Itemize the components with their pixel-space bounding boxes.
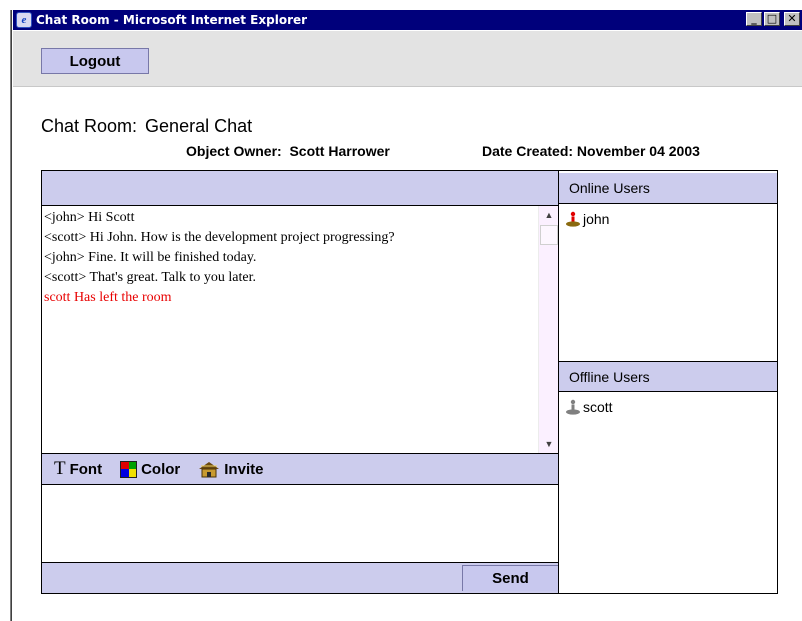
chat-panel: <john> Hi Scott <scott> Hi John. How is t… — [41, 170, 778, 594]
chat-message: <john> Fine. It will be finished today. — [44, 250, 257, 265]
chat-message: <john> Hi Scott — [44, 210, 135, 225]
font-label: Font — [69, 460, 103, 478]
color-label: Color — [141, 460, 181, 478]
window-left-edge — [10, 10, 12, 621]
font-icon: T — [54, 458, 66, 479]
date-created-label: Date Created: — [482, 143, 574, 159]
format-toolbar: T Font Color Invite — [42, 453, 559, 484]
offline-users-header: Offline Users — [559, 361, 777, 392]
minimize-button[interactable]: _ — [746, 12, 762, 26]
message-input-area[interactable] — [42, 484, 559, 563]
internet-explorer-icon: e — [16, 12, 32, 28]
scroll-up-arrow-icon[interactable]: ▲ — [541, 207, 557, 223]
user-name: scott — [583, 399, 613, 415]
send-button[interactable]: Send — [462, 565, 558, 591]
user-name: john — [583, 211, 610, 227]
object-owner-label: Object Owner: — [186, 143, 282, 159]
chat-room-name: General Chat — [145, 116, 253, 136]
date-created: Date Created: November 04 2003 — [482, 143, 700, 159]
close-button[interactable]: ✕ — [784, 12, 800, 26]
chat-room-title: Chat Room: General Chat — [41, 116, 252, 137]
scroll-thumb[interactable] — [540, 225, 558, 245]
window-controls: _ □ ✕ — [746, 12, 800, 26]
color-button[interactable]: Color — [120, 460, 181, 478]
message-log[interactable]: <john> Hi Scott <scott> Hi John. How is t… — [42, 206, 538, 453]
message-scrollbar[interactable]: ▲ ▼ — [538, 206, 559, 453]
system-message: scott Has left the room — [44, 290, 172, 305]
date-created-value: November 04 2003 — [576, 143, 700, 159]
chat-message: <scott> That's great. Talk to you later. — [44, 270, 256, 285]
window-title-bar[interactable]: e Chat Room - Microsoft Internet Explore… — [13, 10, 802, 30]
online-users-header: Online Users — [559, 173, 777, 204]
maximize-button[interactable]: □ — [764, 12, 780, 26]
object-owner: Object Owner: Scott Harrower — [186, 143, 390, 159]
invite-label: Invite — [224, 460, 264, 478]
scroll-down-arrow-icon[interactable]: ▼ — [541, 436, 557, 452]
chat-room-prefix: Chat Room: — [41, 116, 138, 136]
invite-button[interactable]: Invite — [198, 460, 263, 478]
message-input[interactable] — [42, 485, 558, 562]
user-row[interactable]: john — [565, 211, 777, 231]
offline-users-list: scott — [559, 393, 777, 593]
top-toolbar: Logout — [13, 31, 802, 87]
invite-house-icon — [199, 462, 220, 478]
window-title: Chat Room - Microsoft Internet Explorer — [36, 13, 308, 27]
offline-user-icon — [566, 399, 580, 415]
online-users-list: john — [559, 205, 777, 361]
online-user-icon — [566, 211, 580, 227]
send-bar: Send — [42, 563, 559, 593]
object-owner-name: Scott Harrower — [289, 143, 390, 159]
user-row[interactable]: scott — [565, 399, 777, 419]
font-button[interactable]: T Font — [54, 458, 103, 479]
color-palette-icon — [120, 460, 138, 478]
logout-button[interactable]: Logout — [41, 48, 149, 74]
chat-message: <scott> Hi John. How is the development … — [44, 230, 395, 245]
chat-header-bar — [42, 171, 559, 206]
